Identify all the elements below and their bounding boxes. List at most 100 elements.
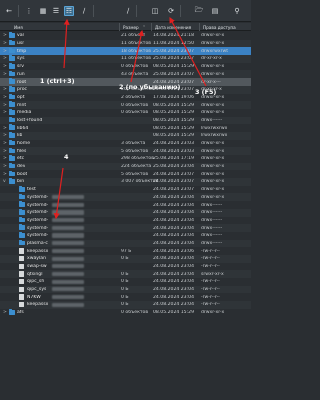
expand-arrow-icon[interactable]: >: [3, 172, 7, 177]
column-divider[interactable]: [119, 23, 120, 31]
redacted-text: [52, 225, 84, 230]
expand-arrow-icon[interactable]: >: [3, 133, 7, 138]
back-arrow-icon[interactable]: ←: [4, 6, 14, 16]
row-permissions: drwxr-xr-x: [201, 141, 225, 147]
folder-row[interactable]: > media 0 объектов 08.05.2024 15:29 drwxr-xr…: [0, 109, 251, 117]
expand-arrow-icon[interactable]: >: [3, 95, 7, 100]
expand-arrow-icon[interactable]: >: [3, 156, 7, 161]
folder-row[interactable]: systemd- 24.08.2024 23:04 drwx------: [0, 208, 251, 217]
expand-arrow-icon[interactable]: >: [3, 49, 7, 54]
expand-arrow-icon[interactable]: >: [3, 87, 7, 92]
folder-row[interactable]: lost+found 08.05.2024 15:29 drwx------: [0, 116, 251, 125]
expand-arrow-icon[interactable]: >: [3, 41, 7, 46]
row-name: mnt: [17, 102, 27, 108]
row-permissions: srwxr-xr-x: [201, 271, 224, 277]
folder-row[interactable]: systemd- 24.08.2024 23:04 drwxr-xr-x: [0, 193, 251, 202]
file-row[interactable]: N7KW 0 Б 24.08.2024 23:04 -rw-r--r--: [0, 293, 251, 301]
column-name[interactable]: Имя: [14, 25, 23, 30]
row-date: 14.08.2024 21:18: [153, 33, 195, 39]
row-permissions: drwxr-xr-x: [201, 194, 225, 200]
folder-row[interactable]: > tmp 18 объектов 25.08.2024 23:07 drwxrwxrw…: [0, 47, 251, 56]
folder-row[interactable]: > dev 224 объекта 25.08.2024 23:04 drwxr-xr-…: [0, 162, 251, 171]
folder-row[interactable]: > srv 0 объектов 08.05.2024 15:29 drwxr-xr-x: [0, 63, 251, 71]
folder-row[interactable]: > home 3 объекта 24.08.2024 23:03 drwxr-xr-x: [0, 139, 251, 148]
file-row[interactable]: swap-sw 24.08.2024 23:04 -rw-r--r--: [0, 263, 251, 271]
expand-arrow-icon[interactable]: >: [3, 103, 7, 108]
expand-arrow-icon[interactable]: >: [3, 33, 7, 38]
expand-arrow-icon[interactable]: >: [3, 64, 7, 69]
column-size[interactable]: Размер: [123, 25, 139, 30]
column-divider[interactable]: [199, 23, 200, 31]
folder-row[interactable]: > sys 11 объектов 25.08.2024 23:07 dr-xr-xr-…: [0, 55, 251, 63]
split-view-icon[interactable]: ◫: [150, 6, 160, 16]
file-row[interactable]: qipc_sys 0 Б 24.08.2024 23:04 -rw-r--r--: [0, 285, 251, 294]
refresh-icon[interactable]: ⟳: [166, 6, 176, 16]
expand-arrow-icon[interactable]: >: [3, 126, 7, 131]
folder-row[interactable]: > files 5 объектов 24.08.2024 23:03 drwxr-xr…: [0, 147, 251, 155]
folder-icon: [9, 63, 15, 69]
expand-arrow-icon[interactable]: >: [3, 310, 7, 315]
redacted-text: [52, 248, 84, 254]
row-name: boot: [17, 171, 28, 177]
folder-row[interactable]: > boot 5 объектов 24.08.2024 23:07 drwxr-xr-…: [0, 170, 251, 178]
expand-arrow-icon[interactable]: >: [3, 72, 7, 77]
file-row[interactable]: qipc_sh 0 Б 24.08.2024 23:04 -rw-r--r--: [0, 278, 251, 286]
file-row[interactable]: keepassx 0 Б 24.08.2024 23:04 -rw-r--r--: [0, 301, 251, 309]
filter-icon[interactable]: ∕: [79, 6, 89, 16]
column-perm[interactable]: Права доступа: [203, 25, 236, 30]
new-folder-icon[interactable]: 🗁: [194, 6, 204, 16]
tree-view-icon[interactable]: ☶: [64, 6, 74, 16]
column-date[interactable]: Дата изменения: [155, 25, 191, 30]
column-divider[interactable]: [151, 23, 152, 31]
row-date: 11.08.2024 12:50: [153, 41, 195, 47]
redacted-text: [52, 210, 84, 215]
folder-row[interactable]: test 24.08.2024 23:07 drwxr-xr-x: [0, 186, 251, 194]
folder-row[interactable]: > mnt 0 объектов 08.05.2024 15:29 drwxr-xr-x: [0, 101, 251, 109]
row-name: systemd-: [27, 202, 49, 208]
folder-icon: [19, 186, 25, 192]
folder-row[interactable]: systemd- 24.08.2024 23:04 drwx------: [0, 201, 251, 209]
row-permissions: -rw-r--r--: [201, 248, 220, 254]
folder-row[interactable]: > lib64 08.05.2024 15:29 lrwxrwxrwx: [0, 124, 251, 132]
folder-icon: [9, 124, 15, 131]
folder-row[interactable]: plasma-c 24.08.2024 23:04 drwx------: [0, 239, 251, 248]
row-name: bin: [17, 179, 25, 185]
list-view-icon[interactable]: ☰: [51, 6, 61, 16]
folder-row[interactable]: > usr 11 объектов 11.08.2024 12:50 drwxr-xr-…: [0, 39, 251, 48]
folder-row[interactable]: systemd- 24.08.2024 23:04 drwx------: [0, 232, 251, 240]
expand-arrow-icon[interactable]: >: [3, 141, 7, 146]
redacted-text: [52, 241, 84, 246]
folder-row[interactable]: systemd- 24.08.2024 23:04 drwx------: [0, 224, 251, 232]
row-permissions: drwxr-xr-x: [201, 102, 225, 108]
panel-icon[interactable]: ▤: [210, 6, 220, 16]
expand-arrow-icon[interactable]: >: [3, 149, 7, 154]
expand-arrow-icon[interactable]: >: [3, 164, 7, 169]
redacted-text: [52, 195, 84, 200]
folder-row[interactable]: > var 21 объект 14.08.2024 21:18 drwxr-xr-x: [0, 32, 251, 40]
folder-icon: [19, 209, 25, 215]
file-row[interactable]: keepassx 97 Б 24.08.2024 23:06 -rw-r--r--: [0, 247, 251, 255]
folder-icon: [9, 170, 15, 177]
menu-dots-icon[interactable]: ⋮: [24, 6, 34, 16]
expand-arrow-icon[interactable]: >: [3, 56, 7, 61]
folder-row[interactable]: systemd- 24.08.2024 23:04 drwx------: [0, 216, 251, 225]
row-size: 3 объекта: [121, 141, 146, 147]
file-row[interactable]: xwaylan 0 Б 24.08.2024 23:04 -rw-r--r--: [0, 254, 251, 263]
edit-icon[interactable]: ∕: [123, 6, 133, 16]
search-icon[interactable]: ⚲: [232, 6, 242, 16]
row-date: 24.08.2024 23:04: [153, 240, 195, 246]
row-date: 08.05.2024 15:29: [153, 102, 195, 108]
collapse-arrow-icon[interactable]: v: [3, 179, 6, 184]
folder-row[interactable]: > run 43 объекта 25.08.2024 23:07 drwxr-xr-x: [0, 70, 251, 79]
expand-arrow-icon[interactable]: >: [3, 110, 7, 115]
redacted-text: [52, 279, 84, 284]
folder-icon: [9, 32, 15, 38]
folder-row[interactable]: v bin 3 007 объектов 24.08.2024 23:07 drwxr-…: [0, 178, 251, 186]
file-row[interactable]: qtsingl 0 Б 24.08.2024 23:04 srwxr-xr-x: [0, 270, 251, 278]
folder-row[interactable]: > lib 08.05.2024 15:29 lrwxrwxrwx: [0, 131, 251, 140]
row-name: systemd-: [27, 217, 49, 223]
grid-view-icon[interactable]: ▦: [38, 6, 48, 16]
folder-icon: [9, 109, 15, 115]
folder-row[interactable]: > afs 0 объектов 08.05.2024 15:29 drwxr-xr-x: [0, 309, 251, 317]
folder-row[interactable]: > etc 298 объектов 25.08.2024 17:19 drwxr-xr…: [0, 155, 251, 163]
